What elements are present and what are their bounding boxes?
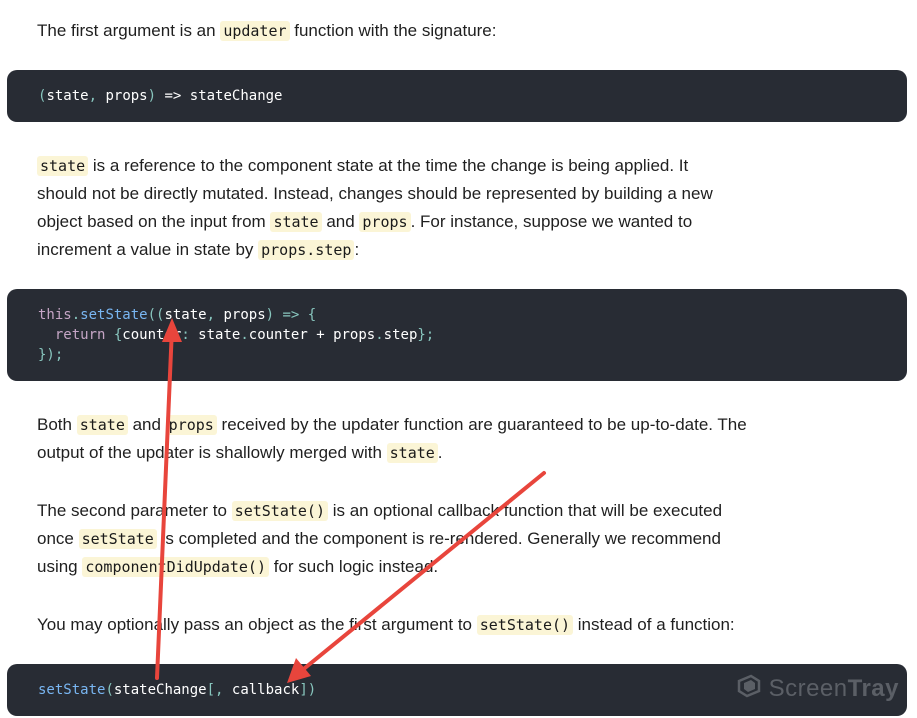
inline-code-componentdidupdate: componentDidUpdate() bbox=[82, 557, 269, 577]
text: function with the signature: bbox=[289, 21, 497, 40]
text: . bbox=[437, 443, 443, 462]
code-token: state bbox=[46, 88, 89, 104]
text: and bbox=[321, 212, 360, 231]
text: for such logic instead. bbox=[269, 557, 439, 576]
code-token: setState bbox=[38, 682, 106, 698]
code-token: ]) bbox=[299, 682, 317, 698]
inline-code-setstate: setState() bbox=[231, 501, 328, 521]
code-token: this bbox=[38, 307, 72, 323]
code-token: ) bbox=[147, 88, 157, 104]
screentray-watermark: Screen Tray bbox=[735, 674, 899, 704]
code-token: [ bbox=[206, 682, 216, 698]
code-block-setstate-example: this.setState((state, props) => { return… bbox=[7, 289, 907, 381]
inline-code-state: state bbox=[270, 212, 322, 232]
inline-code-updater: updater bbox=[220, 21, 290, 41]
paragraph-updater-intro: The first argument is an updater functio… bbox=[37, 17, 757, 45]
code-token: counter bbox=[122, 327, 182, 343]
code-token: => stateChange bbox=[156, 88, 283, 104]
inline-code-state: state bbox=[37, 156, 89, 176]
text: The first argument is an bbox=[37, 21, 221, 40]
paragraph-state-reference: state is a reference to the component st… bbox=[37, 152, 737, 264]
code-token: counter bbox=[248, 327, 308, 343]
code-token: : bbox=[181, 327, 190, 343]
code-token: => { bbox=[274, 307, 317, 323]
code-token: props bbox=[215, 307, 266, 323]
inline-code-setstate: setState bbox=[78, 529, 157, 549]
text: and bbox=[127, 415, 166, 434]
code-token: stateChange bbox=[113, 682, 207, 698]
text: The second parameter to bbox=[37, 501, 232, 520]
inline-code-state: state bbox=[386, 443, 438, 463]
text: Both bbox=[37, 415, 77, 434]
text: You may optionally pass an object as the… bbox=[37, 615, 477, 634]
code-token: }; bbox=[417, 327, 435, 343]
code-token: + props bbox=[307, 327, 376, 343]
code-token: callback bbox=[223, 682, 300, 698]
code-token: , bbox=[206, 307, 216, 323]
code-token: ( bbox=[105, 682, 114, 698]
code-token: . bbox=[71, 307, 81, 323]
paragraph-object-argument: You may optionally pass an object as the… bbox=[37, 611, 797, 639]
inline-code-props-step: props.step bbox=[258, 240, 355, 260]
inline-code-props: props bbox=[165, 415, 217, 435]
code-token: state bbox=[189, 327, 241, 343]
inline-code-state: state bbox=[76, 415, 128, 435]
code-token: . bbox=[375, 327, 384, 343]
code-token: (( bbox=[147, 307, 165, 323]
text: : bbox=[354, 240, 360, 259]
code-token: ) bbox=[265, 307, 275, 323]
code-block-signature: (state, props) => stateChange bbox=[7, 70, 907, 122]
paragraph-up-to-date: Both state and props received by the upd… bbox=[37, 411, 747, 467]
inline-code-setstate: setState() bbox=[476, 615, 574, 635]
paragraph-callback: The second parameter to setState() is an… bbox=[37, 497, 752, 581]
code-token: step bbox=[383, 327, 418, 343]
code-token: state bbox=[164, 307, 207, 323]
screentray-logo-icon bbox=[735, 672, 763, 707]
code-token: }); bbox=[38, 347, 64, 363]
watermark-text-tray: Tray bbox=[847, 675, 899, 702]
inline-code-props: props bbox=[359, 212, 411, 232]
text: instead of a function: bbox=[573, 615, 735, 634]
code-token: . bbox=[240, 327, 249, 343]
code-token: { bbox=[105, 327, 123, 343]
code-token: setState bbox=[80, 307, 148, 323]
code-token: return bbox=[38, 327, 106, 343]
code-token: props bbox=[97, 88, 148, 104]
watermark-text-screen: Screen bbox=[768, 675, 848, 702]
code-token: , bbox=[88, 88, 98, 104]
